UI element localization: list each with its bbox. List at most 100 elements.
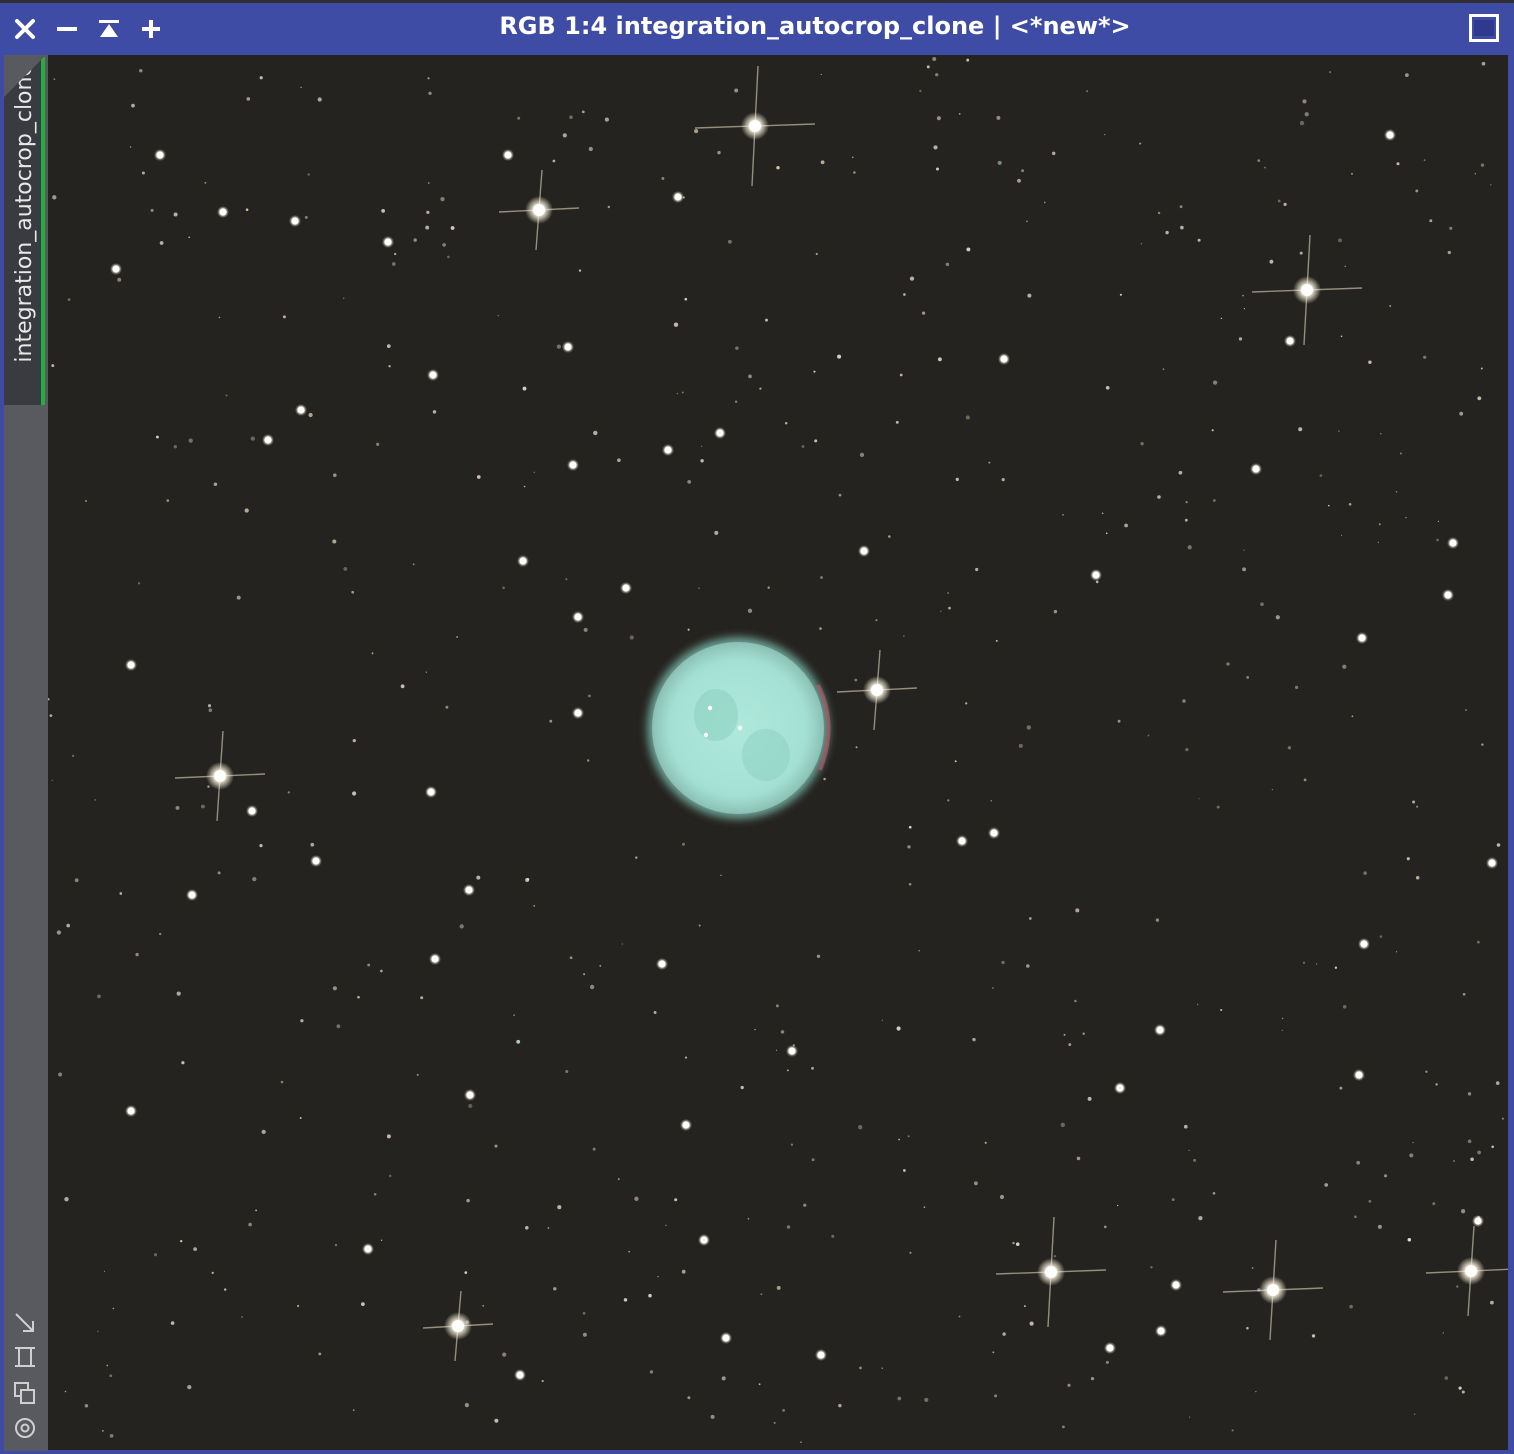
clone-view-button[interactable] bbox=[12, 1380, 38, 1406]
faint-star bbox=[106, 1364, 109, 1367]
faint-star bbox=[357, 995, 360, 999]
faint-star bbox=[820, 160, 825, 165]
faint-star bbox=[425, 671, 427, 673]
faint-star bbox=[776, 165, 780, 170]
faint-star bbox=[261, 1129, 266, 1135]
faint-star bbox=[187, 1384, 192, 1390]
faint-star bbox=[371, 652, 374, 655]
faint-star bbox=[1242, 294, 1244, 297]
faint-star bbox=[300, 1019, 304, 1023]
faint-star bbox=[1287, 746, 1292, 750]
faint-star bbox=[758, 1383, 761, 1386]
faint-star bbox=[1105, 1360, 1109, 1364]
faint-star bbox=[858, 1125, 863, 1130]
faint-star bbox=[1315, 963, 1318, 965]
faint-star bbox=[175, 805, 180, 810]
faint-star bbox=[801, 445, 805, 448]
faint-star bbox=[1458, 1386, 1462, 1390]
faint-star bbox=[170, 1321, 175, 1325]
faint-star bbox=[1001, 960, 1005, 965]
faint-star bbox=[1105, 385, 1110, 390]
faint-star bbox=[188, 438, 193, 443]
add-button[interactable] bbox=[136, 14, 166, 44]
faint-star bbox=[109, 1434, 114, 1438]
faint-star bbox=[588, 146, 593, 152]
faint-star bbox=[1246, 1326, 1249, 1330]
faint-star bbox=[984, 1141, 987, 1144]
faint-star bbox=[1243, 549, 1245, 551]
faint-star bbox=[1105, 532, 1108, 535]
faint-star bbox=[933, 145, 938, 150]
faint-star bbox=[464, 1402, 470, 1408]
faint-star bbox=[1405, 516, 1407, 519]
faint-star bbox=[800, 1441, 802, 1443]
faint-star bbox=[97, 1330, 99, 1333]
faint-star bbox=[973, 1181, 978, 1186]
faint-star bbox=[1442, 1332, 1445, 1334]
plus-icon bbox=[142, 20, 160, 38]
star bbox=[860, 547, 868, 555]
zoom-to-selection-icon bbox=[15, 1347, 35, 1367]
bright-star bbox=[1465, 1265, 1477, 1277]
faint-star bbox=[1140, 442, 1144, 446]
star bbox=[1449, 539, 1457, 547]
image-canvas[interactable] bbox=[48, 55, 1508, 1450]
faint-star bbox=[1395, 951, 1398, 953]
target-button[interactable] bbox=[12, 1415, 38, 1441]
faint-star bbox=[831, 1234, 835, 1238]
faint-star bbox=[1101, 512, 1104, 515]
faint-star bbox=[1251, 1267, 1254, 1269]
faint-star bbox=[1067, 1383, 1071, 1387]
faint-star bbox=[300, 86, 302, 89]
star bbox=[297, 406, 305, 414]
faint-star bbox=[67, 298, 71, 301]
faint-star bbox=[412, 563, 415, 566]
faint-star bbox=[1198, 1215, 1203, 1221]
faint-star bbox=[593, 430, 598, 436]
faint-star bbox=[1432, 1202, 1436, 1206]
faint-star bbox=[665, 1224, 667, 1227]
faint-star bbox=[213, 482, 218, 486]
roll-up-button[interactable] bbox=[94, 14, 124, 44]
view-tab-label: integration_autocrop_clone bbox=[12, 63, 37, 363]
close-button[interactable] bbox=[10, 14, 40, 44]
star bbox=[574, 613, 582, 621]
maximize-button[interactable] bbox=[1469, 14, 1499, 42]
faint-star bbox=[112, 1307, 115, 1310]
faint-star bbox=[1075, 908, 1080, 913]
faint-star bbox=[1491, 1145, 1495, 1149]
faint-star bbox=[1090, 1376, 1095, 1381]
faint-star bbox=[51, 364, 55, 368]
faint-star bbox=[1436, 538, 1439, 542]
faint-star bbox=[727, 239, 732, 244]
faint-star bbox=[109, 1374, 113, 1378]
faint-star bbox=[997, 160, 1002, 165]
fit-view-button[interactable] bbox=[12, 1310, 38, 1336]
shade-button[interactable] bbox=[52, 14, 82, 44]
faint-star bbox=[1060, 1122, 1065, 1128]
faint-star bbox=[367, 963, 371, 967]
faint-star bbox=[1456, 1285, 1459, 1288]
faint-star bbox=[1157, 495, 1161, 499]
faint-star bbox=[381, 209, 385, 213]
faint-star bbox=[881, 1019, 884, 1022]
faint-star bbox=[432, 410, 437, 414]
faint-star bbox=[1339, 1086, 1343, 1090]
star bbox=[788, 1047, 796, 1055]
view-tab[interactable]: integration_autocrop_clone bbox=[4, 57, 45, 405]
faint-star bbox=[497, 314, 499, 317]
faint-star bbox=[352, 791, 357, 796]
faint-star bbox=[1271, 788, 1274, 791]
faint-star bbox=[583, 973, 586, 976]
faint-star bbox=[569, 115, 573, 119]
faint-star bbox=[999, 1194, 1005, 1200]
faint-star bbox=[780, 1030, 785, 1034]
faint-star bbox=[1182, 699, 1186, 703]
faint-star bbox=[687, 480, 692, 484]
faint-star bbox=[687, 1396, 691, 1400]
zoom-to-selection-button[interactable] bbox=[12, 1344, 38, 1370]
faint-star bbox=[255, 1209, 257, 1212]
window-titlebar[interactable]: RGB 1:4 integration_autocrop_clone | <*n… bbox=[0, 0, 1514, 55]
faint-star bbox=[420, 996, 424, 1000]
faint-star bbox=[816, 954, 821, 958]
